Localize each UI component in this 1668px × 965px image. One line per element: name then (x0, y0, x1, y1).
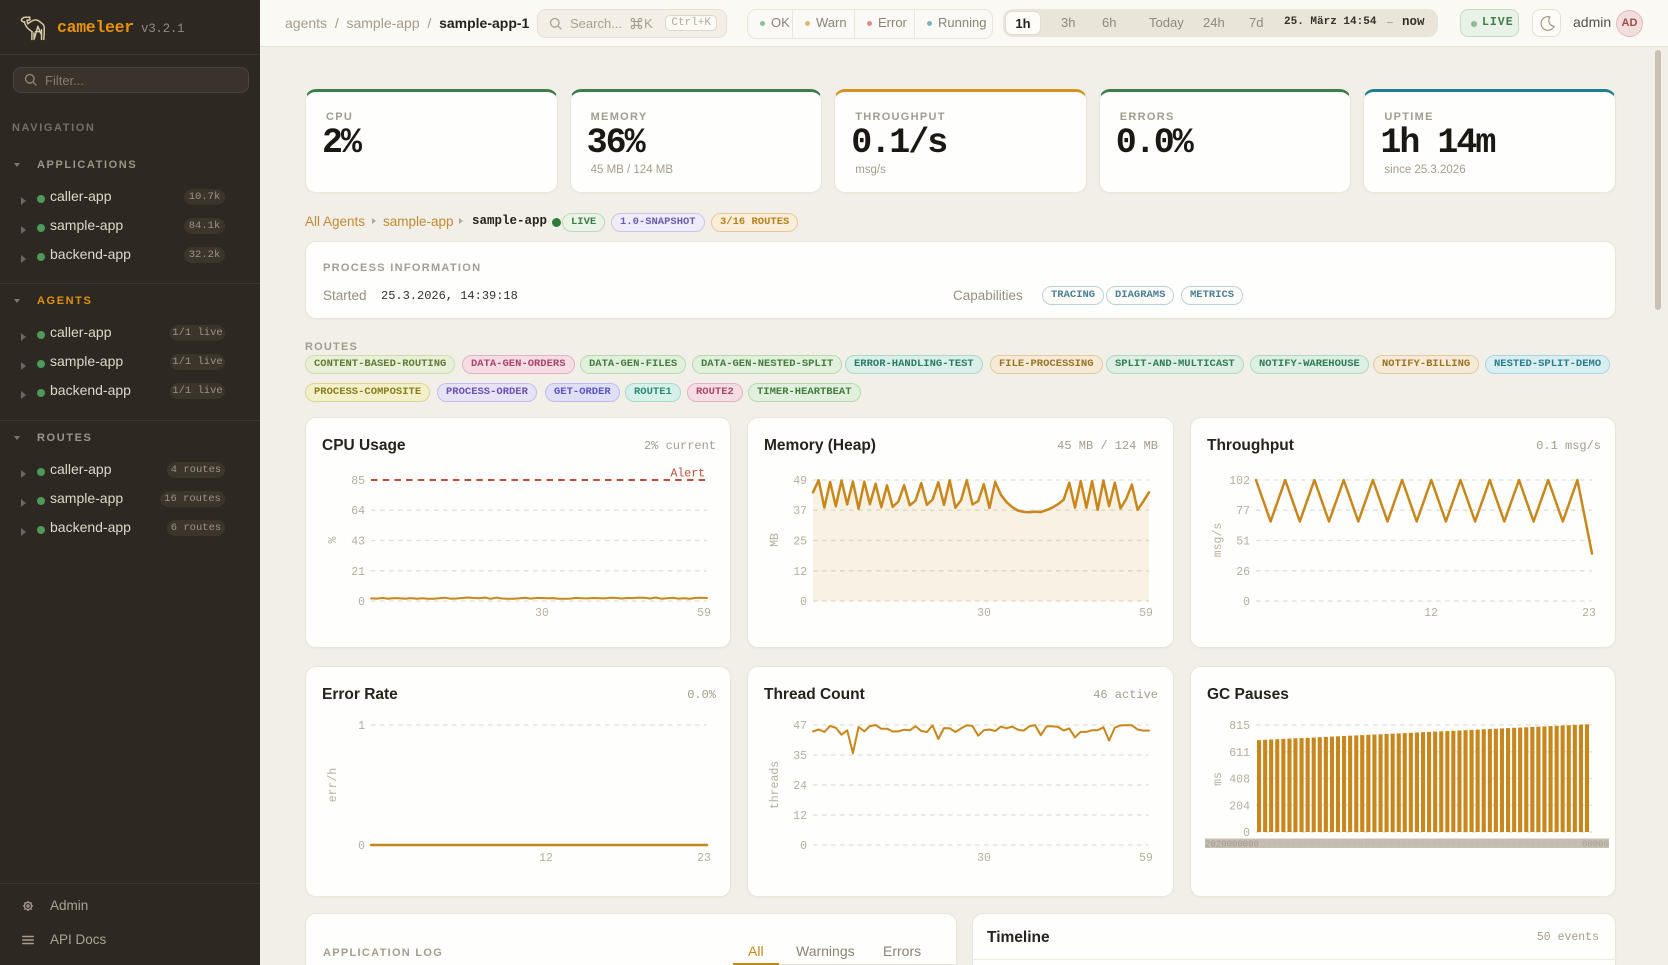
svg-text:msg/s: msg/s (1212, 523, 1225, 558)
svg-text:0: 0 (800, 596, 807, 609)
svg-text:59: 59 (1139, 607, 1153, 620)
svg-text:Memory (Heap): Memory (Heap) (764, 437, 876, 454)
svg-text:51: 51 (1236, 536, 1250, 549)
svg-text:2% current: 2% current (644, 439, 716, 453)
svg-text:30: 30 (977, 852, 991, 865)
svg-text:0: 0 (358, 596, 365, 609)
svg-text:35: 35 (793, 750, 807, 763)
svg-text:Throughput: Throughput (1207, 437, 1294, 454)
svg-text:21: 21 (351, 566, 365, 579)
svg-text:59: 59 (697, 607, 711, 620)
svg-text:threads: threads (769, 761, 782, 809)
svg-text:37: 37 (793, 505, 807, 518)
svg-text:30: 30 (977, 607, 991, 620)
svg-text:12: 12 (793, 566, 807, 579)
svg-text:49: 49 (793, 475, 807, 488)
svg-text:ms: ms (1212, 772, 1225, 786)
svg-text:12: 12 (793, 810, 807, 823)
svg-text:30: 30 (535, 607, 549, 620)
svg-text:Thread Count: Thread Count (764, 686, 865, 703)
svg-text:25: 25 (793, 536, 807, 549)
svg-text:CPU Usage: CPU Usage (322, 437, 406, 454)
svg-text:611: 611 (1229, 747, 1250, 760)
svg-text:64: 64 (351, 505, 365, 518)
svg-text:0: 0 (800, 840, 807, 853)
svg-text:46 active: 46 active (1093, 688, 1158, 702)
svg-text:00000: 00000 (1582, 840, 1609, 850)
svg-text:0.1 msg/s: 0.1 msg/s (1536, 439, 1601, 453)
svg-text:0: 0 (1243, 827, 1250, 840)
svg-text:45 MB / 124 MB: 45 MB / 124 MB (1057, 439, 1158, 453)
svg-text:0.0%: 0.0% (687, 688, 717, 702)
svg-text:%: % (327, 536, 340, 543)
svg-text:MB: MB (769, 533, 782, 547)
svg-text:23: 23 (697, 852, 711, 865)
svg-text:59: 59 (1139, 852, 1153, 865)
svg-text:1: 1 (358, 720, 365, 733)
svg-text:12: 12 (1424, 607, 1438, 620)
svg-text:GC Pauses: GC Pauses (1207, 686, 1289, 703)
svg-text:204: 204 (1229, 800, 1250, 813)
svg-text:0: 0 (1243, 596, 1250, 609)
svg-text:47: 47 (793, 720, 807, 733)
svg-text:000000000000000000000000000000: 0000000000000000000000000000000000000000… (1211, 840, 1603, 850)
svg-text:Error Rate: Error Rate (322, 686, 398, 703)
svg-text:0: 0 (358, 840, 365, 853)
svg-text:12: 12 (539, 852, 553, 865)
svg-text:77: 77 (1236, 505, 1250, 518)
svg-text:26: 26 (1236, 566, 1250, 579)
svg-text:85: 85 (351, 475, 365, 488)
svg-text:102: 102 (1229, 475, 1250, 488)
svg-text:23: 23 (1582, 607, 1596, 620)
svg-text:43: 43 (351, 536, 365, 549)
svg-text:408: 408 (1229, 774, 1250, 787)
svg-text:815: 815 (1229, 720, 1250, 733)
svg-text:24: 24 (793, 780, 807, 793)
svg-text:Alert: Alert (670, 468, 705, 481)
svg-text:err/h: err/h (327, 768, 340, 803)
svg-text:2020000000: 2020000000 (1205, 840, 1259, 850)
